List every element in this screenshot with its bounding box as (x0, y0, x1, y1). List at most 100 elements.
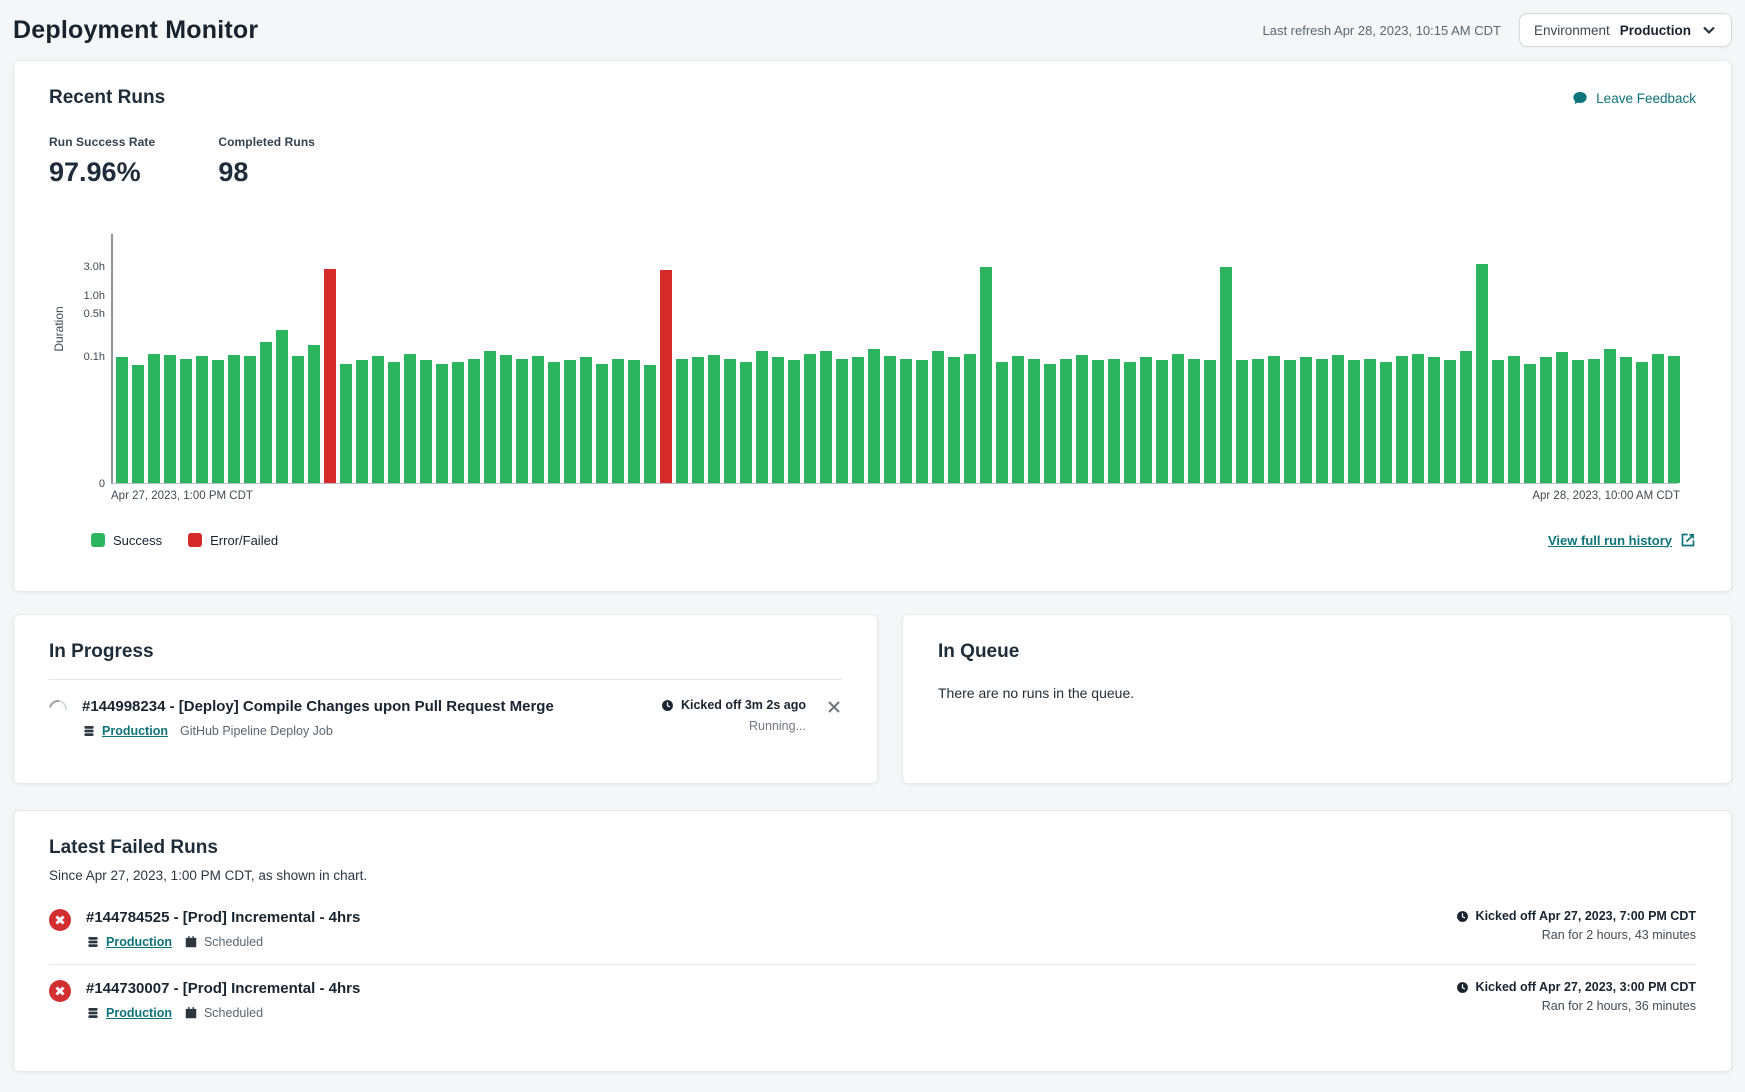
production-link[interactable]: Production (106, 935, 172, 949)
leave-feedback-link[interactable]: Leave Feedback (1572, 90, 1696, 106)
view-full-run-history-link[interactable]: View full run history (1548, 532, 1696, 548)
chart-bar-success[interactable] (548, 362, 560, 483)
chart-bar-success[interactable] (1076, 355, 1088, 483)
chart-bar-success[interactable] (948, 357, 960, 483)
chart-bar-success[interactable] (596, 364, 608, 483)
chart-bar-success[interactable] (868, 349, 880, 483)
chart-bar-success[interactable] (1572, 360, 1584, 483)
chart-bar-success[interactable] (1540, 357, 1552, 483)
chart-bar-success[interactable] (1396, 356, 1408, 483)
chart-bar-success[interactable] (132, 365, 144, 483)
chart-bar-success[interactable] (516, 359, 528, 483)
chart-bar-success[interactable] (644, 365, 656, 483)
chart-bar-success[interactable] (452, 362, 464, 483)
chart-bar-success[interactable] (1476, 264, 1488, 483)
chart-bar-success[interactable] (1284, 360, 1296, 483)
chart-bar-success[interactable] (340, 364, 352, 483)
chart-bar-success[interactable] (1332, 355, 1344, 483)
chart-bar-success[interactable] (1236, 360, 1248, 483)
chart-bar-success[interactable] (372, 356, 384, 483)
chart-bar-success[interactable] (436, 364, 448, 483)
chart-bar-success[interactable] (148, 354, 160, 484)
chart-bar-success[interactable] (1092, 360, 1104, 483)
chart-bar-success[interactable] (740, 362, 752, 483)
chart-bar-success[interactable] (260, 342, 272, 483)
chart-bar-success[interactable] (1508, 356, 1520, 483)
chart-bar-success[interactable] (900, 359, 912, 483)
chart-bar-success[interactable] (708, 355, 720, 483)
chart-bar-failed[interactable] (324, 269, 336, 484)
chart-bar-failed[interactable] (660, 270, 672, 483)
chart-bar-success[interactable] (1252, 359, 1264, 483)
chart-bar-success[interactable] (1204, 360, 1216, 483)
chart-bar-success[interactable] (1124, 362, 1136, 483)
chart-bar-success[interactable] (1140, 357, 1152, 483)
chart-bar-success[interactable] (500, 355, 512, 483)
chart-bar-success[interactable] (180, 359, 192, 483)
chart-bar-success[interactable] (1348, 360, 1360, 483)
chart-bar-success[interactable] (1108, 359, 1120, 483)
chart-bar-success[interactable] (1364, 359, 1376, 483)
chart-bar-success[interactable] (468, 359, 480, 483)
chart-bar-success[interactable] (916, 360, 928, 483)
chart-bar-success[interactable] (1460, 351, 1472, 483)
chart-bar-success[interactable] (1380, 362, 1392, 483)
chart-bar-success[interactable] (1060, 359, 1072, 483)
chart-bar-success[interactable] (676, 359, 688, 483)
chart-bar-success[interactable] (356, 360, 368, 483)
chart-bar-success[interactable] (836, 359, 848, 483)
chart-bar-success[interactable] (196, 356, 208, 483)
production-link[interactable]: Production (106, 1006, 172, 1020)
chart-bar-success[interactable] (564, 360, 576, 483)
chart-bar-success[interactable] (692, 357, 704, 483)
chart-bar-success[interactable] (420, 360, 432, 483)
chart-bar-success[interactable] (1316, 359, 1328, 483)
chart-bar-success[interactable] (1668, 356, 1680, 483)
chart-bar-success[interactable] (532, 356, 544, 483)
chart-bar-success[interactable] (724, 359, 736, 483)
chart-bar-success[interactable] (228, 355, 240, 483)
chart-bar-success[interactable] (1268, 356, 1280, 483)
chart-bar-success[interactable] (1412, 354, 1424, 484)
chart-bar-success[interactable] (1188, 359, 1200, 483)
chart-bar-success[interactable] (1300, 357, 1312, 483)
chart-bar-success[interactable] (1620, 357, 1632, 483)
chart-bar-success[interactable] (1492, 360, 1504, 483)
chart-bar-success[interactable] (484, 351, 496, 483)
chart-bar-success[interactable] (996, 362, 1008, 483)
chart-bar-success[interactable] (1604, 349, 1616, 483)
production-link[interactable]: Production (102, 724, 168, 738)
chart-bar-success[interactable] (820, 351, 832, 483)
chart-bar-success[interactable] (580, 357, 592, 483)
chart-bar-success[interactable] (308, 345, 320, 483)
chart-bar-success[interactable] (1636, 362, 1648, 483)
chart-bar-success[interactable] (1556, 352, 1568, 483)
chart-bar-success[interactable] (1444, 360, 1456, 483)
chart-bar-success[interactable] (1172, 354, 1184, 484)
chart-bar-success[interactable] (1156, 360, 1168, 483)
close-icon[interactable] (826, 699, 842, 715)
chart-bar-success[interactable] (1028, 359, 1040, 483)
chart-bar-success[interactable] (292, 356, 304, 483)
chart-bar-success[interactable] (612, 359, 624, 483)
chart-bar-success[interactable] (1524, 364, 1536, 483)
chart-bar-success[interactable] (804, 354, 816, 484)
chart-bar-success[interactable] (1044, 364, 1056, 483)
chart-bar-success[interactable] (276, 330, 288, 483)
chart-bar-success[interactable] (788, 360, 800, 483)
chart-bar-success[interactable] (116, 357, 128, 483)
chart-bar-success[interactable] (1012, 356, 1024, 483)
chart-bar-success[interactable] (1220, 267, 1232, 483)
chart-bar-success[interactable] (772, 357, 784, 483)
chart-bar-success[interactable] (1428, 357, 1440, 483)
chart-bar-success[interactable] (628, 360, 640, 483)
chart-bar-success[interactable] (1652, 354, 1664, 484)
chart-bar-success[interactable] (852, 357, 864, 483)
chart-bar-success[interactable] (388, 362, 400, 483)
chart-bar-success[interactable] (404, 354, 416, 484)
chart-bar-success[interactable] (964, 354, 976, 484)
chart-bar-success[interactable] (212, 360, 224, 483)
chart-bar-success[interactable] (932, 351, 944, 483)
environment-dropdown[interactable]: Environment Production (1519, 13, 1732, 47)
chart-bar-success[interactable] (756, 351, 768, 483)
